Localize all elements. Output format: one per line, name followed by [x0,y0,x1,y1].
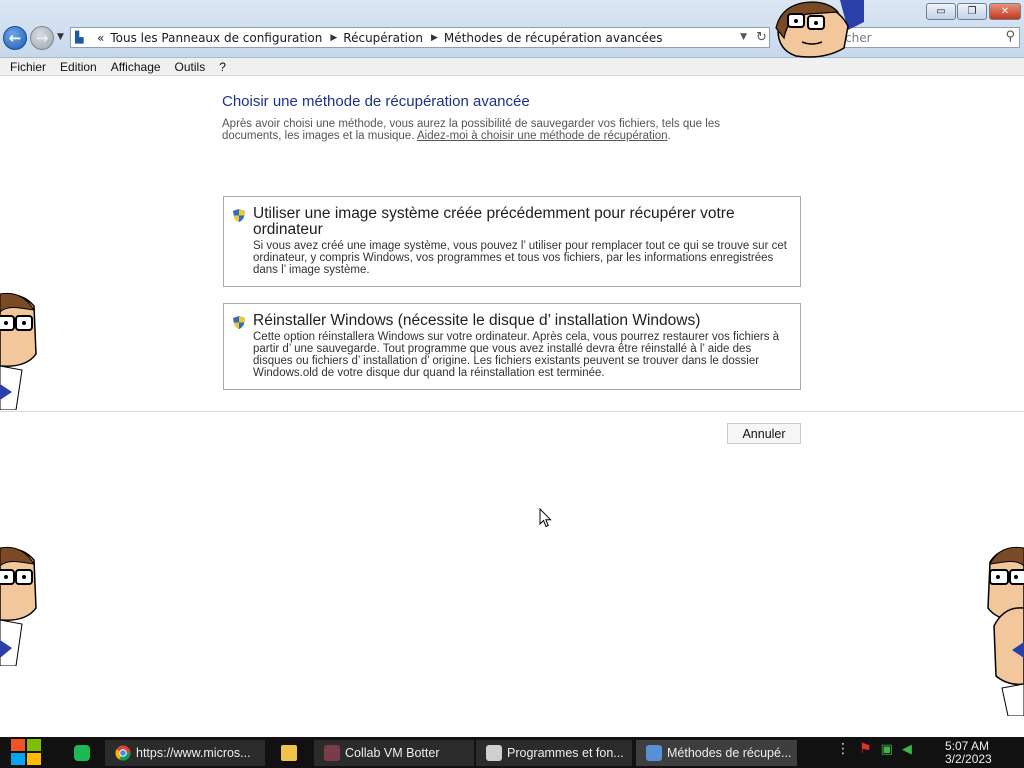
breadcrumb-separator-icon[interactable]: ▶ [330,33,337,43]
back-button[interactable]: ← [3,26,27,50]
taskbar-app-label: Méthodes de récupé... [667,746,792,760]
taskbar-app-label: Collab VM Botter [345,746,440,760]
minimize-button[interactable]: ▭ [926,3,956,20]
network-icon[interactable]: ▣ [881,742,893,757]
menu-bar: Fichier Edition Affichage Outils ? [0,58,1024,76]
taskbar-app-explorer[interactable] [276,740,306,766]
address-bar[interactable]: ▙ « Tous les Panneaux de configuration ▶… [70,27,770,48]
programs-icon [486,745,502,761]
recovery-icon [646,745,662,761]
option-reinstall-windows[interactable]: Réinstaller Windows (nécessite le disque… [223,303,801,390]
taskbar-app-label: Programmes et fon... [507,746,624,760]
breadcrumb-advanced-methods[interactable]: Méthodes de récupération avancées [444,31,663,45]
restore-icon: ❐ [967,6,977,17]
cancel-button[interactable]: Annuler [727,423,801,444]
collab-app-icon [324,745,340,761]
breadcrumb-control-panel[interactable]: Tous les Panneaux de configuration [110,31,322,45]
start-button[interactable] [10,738,43,767]
system-tray: ⋮ ⚑ ▣ ◀ [836,741,912,757]
clock-date: 3/2/2023 [945,752,992,766]
intro-end: . [667,130,671,142]
taskbar-app-label: https://www.micros... [136,746,251,760]
window-titlebar: ← → ▼ ▙ « Tous les Panneaux de configura… [0,0,1024,58]
help-link[interactable]: Aidez-moi à choisir une méthode de récup… [417,130,668,142]
taskbar-clock[interactable]: 5:07 AM 3/2/2023 [945,740,992,766]
taskbar-app-browser[interactable]: https://www.micros... [105,740,265,766]
address-dropdown-icon[interactable]: ▼ [740,32,747,42]
refresh-icon[interactable]: ↻ [756,30,767,45]
main-content: Choisir une méthode de récupération avan… [0,77,1024,737]
recent-pages-dropdown[interactable]: ▼ [57,32,64,42]
uac-shield-icon [233,316,245,329]
cartoon-face-icon [775,0,864,58]
volume-icon[interactable]: ◀ [902,742,912,757]
close-icon: ✕ [1000,6,1010,17]
option-title: Utiliser une image système créée précéde… [253,205,735,238]
chat-app-icon [74,745,90,761]
cartoon-face-icon [0,546,37,666]
breadcrumb-separator-icon[interactable]: ▶ [431,33,438,43]
taskbar-app-green[interactable] [70,740,98,766]
menu-help[interactable]: ? [219,60,226,74]
arrow-right-icon: → [35,29,49,47]
page-title: Choisir une méthode de récupération avan… [222,93,530,110]
option-description: Si vous avez créé une image système, vou… [253,240,787,276]
search-icon[interactable]: ⚲ [1005,29,1015,44]
taskbar-app-programs[interactable]: Programmes et fon... [476,740,632,766]
arrow-left-icon: ← [8,29,22,47]
taskbar-app-recovery[interactable]: Méthodes de récupé... [636,740,797,766]
folder-icon [281,745,297,761]
taskbar: https://www.micros... Collab VM Botter P… [0,737,1024,768]
breadcrumb-prefix[interactable]: « [97,31,104,45]
more-icon[interactable]: ⋮ [836,741,850,757]
menu-file[interactable]: Fichier [10,60,46,74]
menu-edit[interactable]: Edition [60,60,97,74]
mouse-cursor-icon [539,508,552,528]
option-system-image[interactable]: Utiliser une image système créée précéde… [223,196,801,287]
divider [0,411,1024,412]
breadcrumb-recovery[interactable]: Récupération [343,31,423,45]
intro-text: Après avoir choisi une méthode, vous aur… [222,118,782,142]
close-button[interactable]: ✕ [989,3,1021,20]
cartoon-face-icon [987,546,1024,716]
menu-tools[interactable]: Outils [175,60,206,74]
forward-button[interactable]: → [30,26,54,50]
minimize-icon: ▭ [936,6,946,17]
uac-shield-icon [233,209,245,222]
taskbar-app-collab[interactable]: Collab VM Botter [314,740,474,766]
control-panel-icon: ▙ [75,30,84,44]
maximize-button[interactable]: ❐ [957,3,987,20]
cartoon-face-icon [0,292,37,410]
menu-view[interactable]: Affichage [111,60,161,74]
flag-icon[interactable]: ⚑ [859,741,872,757]
option-title: Réinstaller Windows (nécessite le disque… [253,312,701,329]
option-description: Cette option réinstallera Windows sur vo… [253,331,780,379]
chrome-icon [115,745,131,761]
